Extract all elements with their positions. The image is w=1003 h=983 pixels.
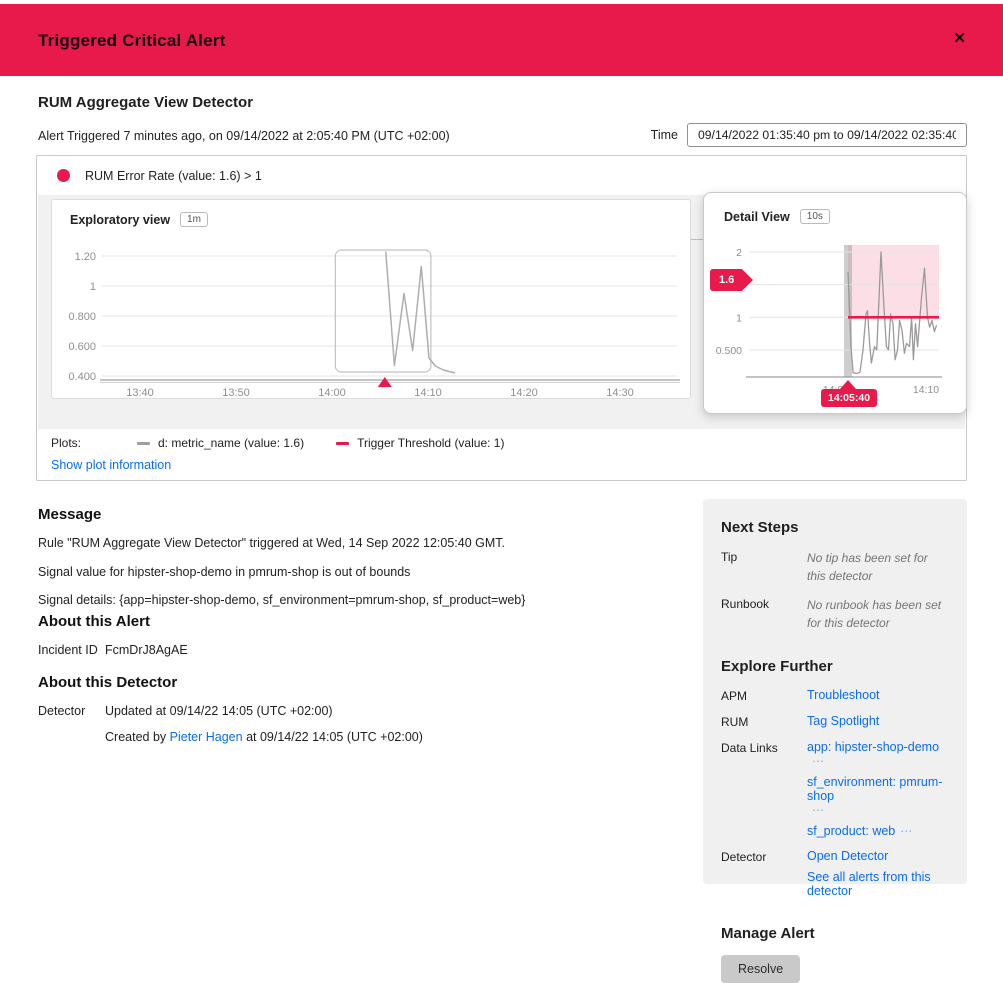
svg-text:14:20: 14:20 [510, 387, 538, 399]
manage-alert-heading: Manage Alert [721, 925, 949, 942]
show-plot-information-link[interactable]: Show plot information [51, 458, 171, 472]
more-options-icon[interactable]: ⋯ [812, 803, 825, 817]
detector-updated-line: Updated at 09/14/22 14:05 (UTC +02:00) [105, 704, 423, 718]
plot-series-metric: d: metric_name (value: 1.6) [137, 436, 304, 450]
manage-alert-section: Manage Alert Resolve [721, 925, 949, 983]
critical-severity-icon [57, 169, 70, 182]
svg-text:0.800: 0.800 [68, 311, 96, 323]
time-range-input[interactable] [687, 123, 967, 147]
alert-time-tag: 14:05:40 [821, 389, 877, 407]
data-link-row: app: hipster-shop-demo⋯ [807, 740, 949, 768]
detector-links-label: Detector [721, 849, 793, 864]
incident-id-label: Incident ID [38, 643, 105, 657]
explore-further-heading: Explore Further [721, 658, 949, 675]
open-detector-link[interactable]: Open Detector [807, 849, 949, 863]
detail-resolution-badge: 10s [800, 209, 830, 224]
svg-text:13:50: 13:50 [222, 387, 250, 399]
exploratory-chart[interactable]: 1.20 1 0.800 0.600 0.400 13:40 13:50 14:00 14:10… [52, 200, 692, 400]
apm-troubleshoot-link[interactable]: Troubleshoot [807, 688, 949, 702]
svg-text:14:30: 14:30 [606, 387, 634, 399]
rum-label: RUM [721, 714, 793, 729]
svg-text:0.500: 0.500 [716, 345, 742, 357]
exploratory-resolution-badge: 1m [180, 212, 208, 227]
time-range-group: Time [651, 123, 967, 147]
alert-time-marker-icon [840, 380, 856, 389]
see-all-alerts-link[interactable]: See all alerts from this detector [807, 870, 949, 898]
svg-text:14:10: 14:10 [913, 384, 939, 396]
alert-rule-legend: RUM Error Rate (value: 1.6) > 1 [85, 169, 262, 183]
plots-label: Plots: [51, 436, 137, 450]
exploratory-view-title: Exploratory view [70, 213, 170, 227]
detector-label: Detector [38, 704, 105, 744]
alert-side-panel: Next Steps Tip No tip has been set for t… [703, 499, 967, 884]
incident-id-value: FcmDrJ8AgAE [105, 643, 188, 657]
more-options-icon[interactable]: ⋯ [900, 824, 913, 838]
threshold-swatch-icon [336, 442, 349, 445]
plots-legend-row: Plots: d: metric_name (value: 1.6) Trigg… [51, 436, 536, 450]
svg-text:1.20: 1.20 [75, 251, 96, 263]
svg-text:0.600: 0.600 [68, 341, 96, 353]
more-options-icon[interactable]: ⋯ [812, 754, 825, 768]
data-link-row: sf_environment: pmrum-shop⋯ [807, 775, 949, 817]
next-steps-heading: Next Steps [721, 519, 949, 536]
time-range-label: Time [651, 128, 678, 142]
metric-series-swatch-icon [137, 442, 150, 445]
data-link-app[interactable]: app: hipster-shop-demo [807, 740, 939, 754]
close-icon[interactable]: ✕ [953, 31, 966, 46]
message-heading: Message [38, 506, 678, 523]
alert-rule-row: RUM Error Rate (value: 1.6) > 1 [37, 156, 966, 195]
svg-text:14:00: 14:00 [318, 387, 346, 399]
alert-chart-container: RUM Error Rate (value: 1.6) > 1 1.20 1 0.8… [36, 155, 967, 481]
detail-view-title: Detail View [724, 210, 790, 224]
data-link-row: sf_product: web ⋯ [807, 824, 949, 838]
svg-text:1: 1 [90, 281, 96, 293]
tip-value: No tip has been set for this detector [807, 549, 949, 585]
svg-text:0.400: 0.400 [68, 371, 96, 383]
data-link-sf-product[interactable]: sf_product: web [807, 824, 895, 838]
runbook-label: Runbook [721, 596, 793, 611]
about-alert-heading: About this Alert [38, 613, 678, 630]
svg-text:1: 1 [736, 312, 742, 324]
data-link-sf-environment[interactable]: sf_environment: pmrum-shop [807, 775, 949, 803]
svg-text:13:40: 13:40 [126, 387, 154, 399]
explore-further-section: Explore Further APM Troubleshoot RUM Tag… [721, 658, 949, 898]
svg-text:14:10: 14:10 [414, 387, 442, 399]
message-line: Signal details: {app=hipster-shop-demo, … [38, 593, 678, 607]
runbook-value: No runbook has been set for this detecto… [807, 596, 949, 632]
detail-view-card: 21.5010.50014:0514:10 Detail View 10s 1.… [703, 192, 967, 414]
svg-text:2: 2 [736, 247, 742, 259]
alert-triggered-line: Alert Triggered 7 minutes ago, on 09/14/… [38, 129, 450, 143]
apm-label: APM [721, 688, 793, 703]
message-line: Signal value for hipster-shop-demo in pm… [38, 565, 678, 579]
detector-created-line: Created by Pieter Hagen at 09/14/22 14:0… [105, 730, 423, 744]
detail-chart[interactable]: 21.5010.50014:0514:10 [704, 193, 968, 415]
message-line: Rule "RUM Aggregate View Detector" trigg… [38, 536, 678, 550]
exploratory-view-card: 1.20 1 0.800 0.600 0.400 13:40 13:50 14:00 14:10… [51, 199, 691, 399]
about-detector-heading: About this Detector [38, 674, 678, 691]
creator-link[interactable]: Pieter Hagen [170, 730, 243, 744]
rum-tag-spotlight-link[interactable]: Tag Spotlight [807, 714, 949, 728]
alert-modal-header: Triggered Critical Alert ✕ [0, 4, 1003, 76]
message-section: Message Rule "RUM Aggregate View Detecto… [38, 506, 678, 622]
data-links-label: Data Links [721, 740, 793, 755]
about-detector-section: About this Detector Detector Updated at … [38, 674, 678, 750]
resolve-button[interactable]: Resolve [721, 955, 800, 983]
plot-series-threshold: Trigger Threshold (value: 1) [336, 436, 504, 450]
detector-title: RUM Aggregate View Detector [38, 94, 253, 111]
tip-label: Tip [721, 549, 793, 564]
about-alert-section: About this Alert Incident ID FcmDrJ8AgAE [38, 613, 678, 663]
modal-title: Triggered Critical Alert [38, 31, 225, 51]
